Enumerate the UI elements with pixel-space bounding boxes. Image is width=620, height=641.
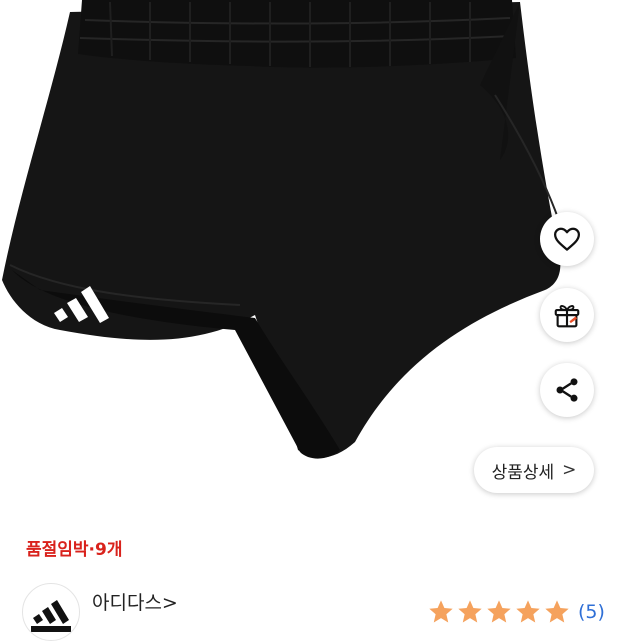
share-icon [556, 378, 578, 402]
star-icon [458, 600, 482, 623]
gift-icon [554, 305, 580, 328]
shorts-illustration [2, 0, 571, 459]
stock-warning: 품절임박·9개 [26, 540, 123, 560]
rating-stars[interactable]: (5) [427, 597, 605, 627]
chevron-right-icon: > [562, 460, 577, 480]
brand-name-link[interactable]: 아디다스> [92, 588, 178, 615]
product-detail-button[interactable]: 상품상세 > [474, 447, 594, 493]
star-icon [516, 600, 540, 623]
gift-button[interactable] [540, 288, 594, 342]
share-button[interactable] [540, 363, 594, 417]
wishlist-button[interactable] [540, 212, 594, 266]
star-icon [487, 600, 511, 623]
product-image [0, 0, 620, 505]
star-icon [429, 600, 453, 623]
product-detail-label: 상품상세 [491, 462, 555, 483]
brand-avatar[interactable] [22, 583, 80, 641]
heart-outline-icon [554, 227, 580, 251]
adidas-logo-icon [31, 600, 71, 632]
star-icon [545, 600, 569, 623]
